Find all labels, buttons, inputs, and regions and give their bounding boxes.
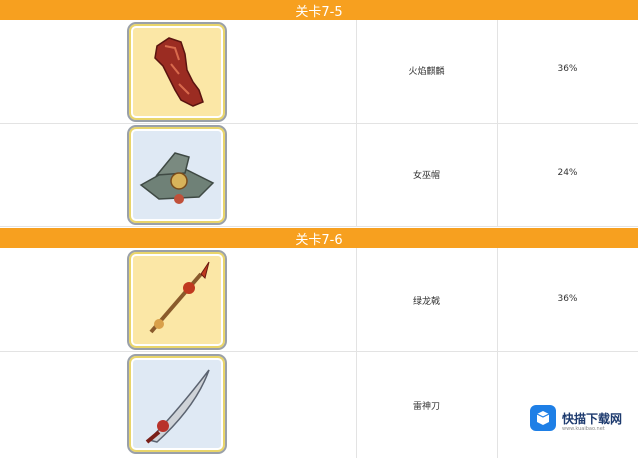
watermark-url: www.kuaibao.net: [562, 426, 605, 432]
section-header-7-5: 关卡7-5: [0, 0, 638, 20]
kuaibao-logo-icon: [530, 405, 556, 431]
item-name: 绿龙戟: [412, 297, 440, 307]
section-title: 关卡7-6: [295, 232, 343, 248]
item-name: 火焰麒麟: [408, 67, 445, 77]
saber-icon: [127, 354, 227, 454]
watermark-text: 快描下载网: [562, 411, 623, 426]
column-divider: [497, 351, 498, 458]
section-header-7-6: 关卡7-6: [0, 228, 638, 248]
watermark: 快描下载网 www.kuaibao.net: [526, 400, 632, 436]
flame-gauntlet-icon: [127, 22, 227, 122]
table-row: 女巫帽 24%: [0, 123, 638, 227]
table-row: 火焰麒麟 36%: [0, 20, 638, 124]
item-name: 女巫帽: [412, 171, 440, 181]
table-row: 绿龙戟 36%: [0, 248, 638, 352]
witch-hat-icon: [127, 125, 227, 225]
spear-icon: [127, 250, 227, 350]
drop-rate: 24%: [557, 168, 578, 178]
item-name: 雷神刀: [412, 402, 440, 412]
drop-rate: 36%: [557, 294, 578, 304]
section-title: 关卡7-5: [295, 4, 343, 20]
drop-rate: 36%: [557, 64, 578, 74]
